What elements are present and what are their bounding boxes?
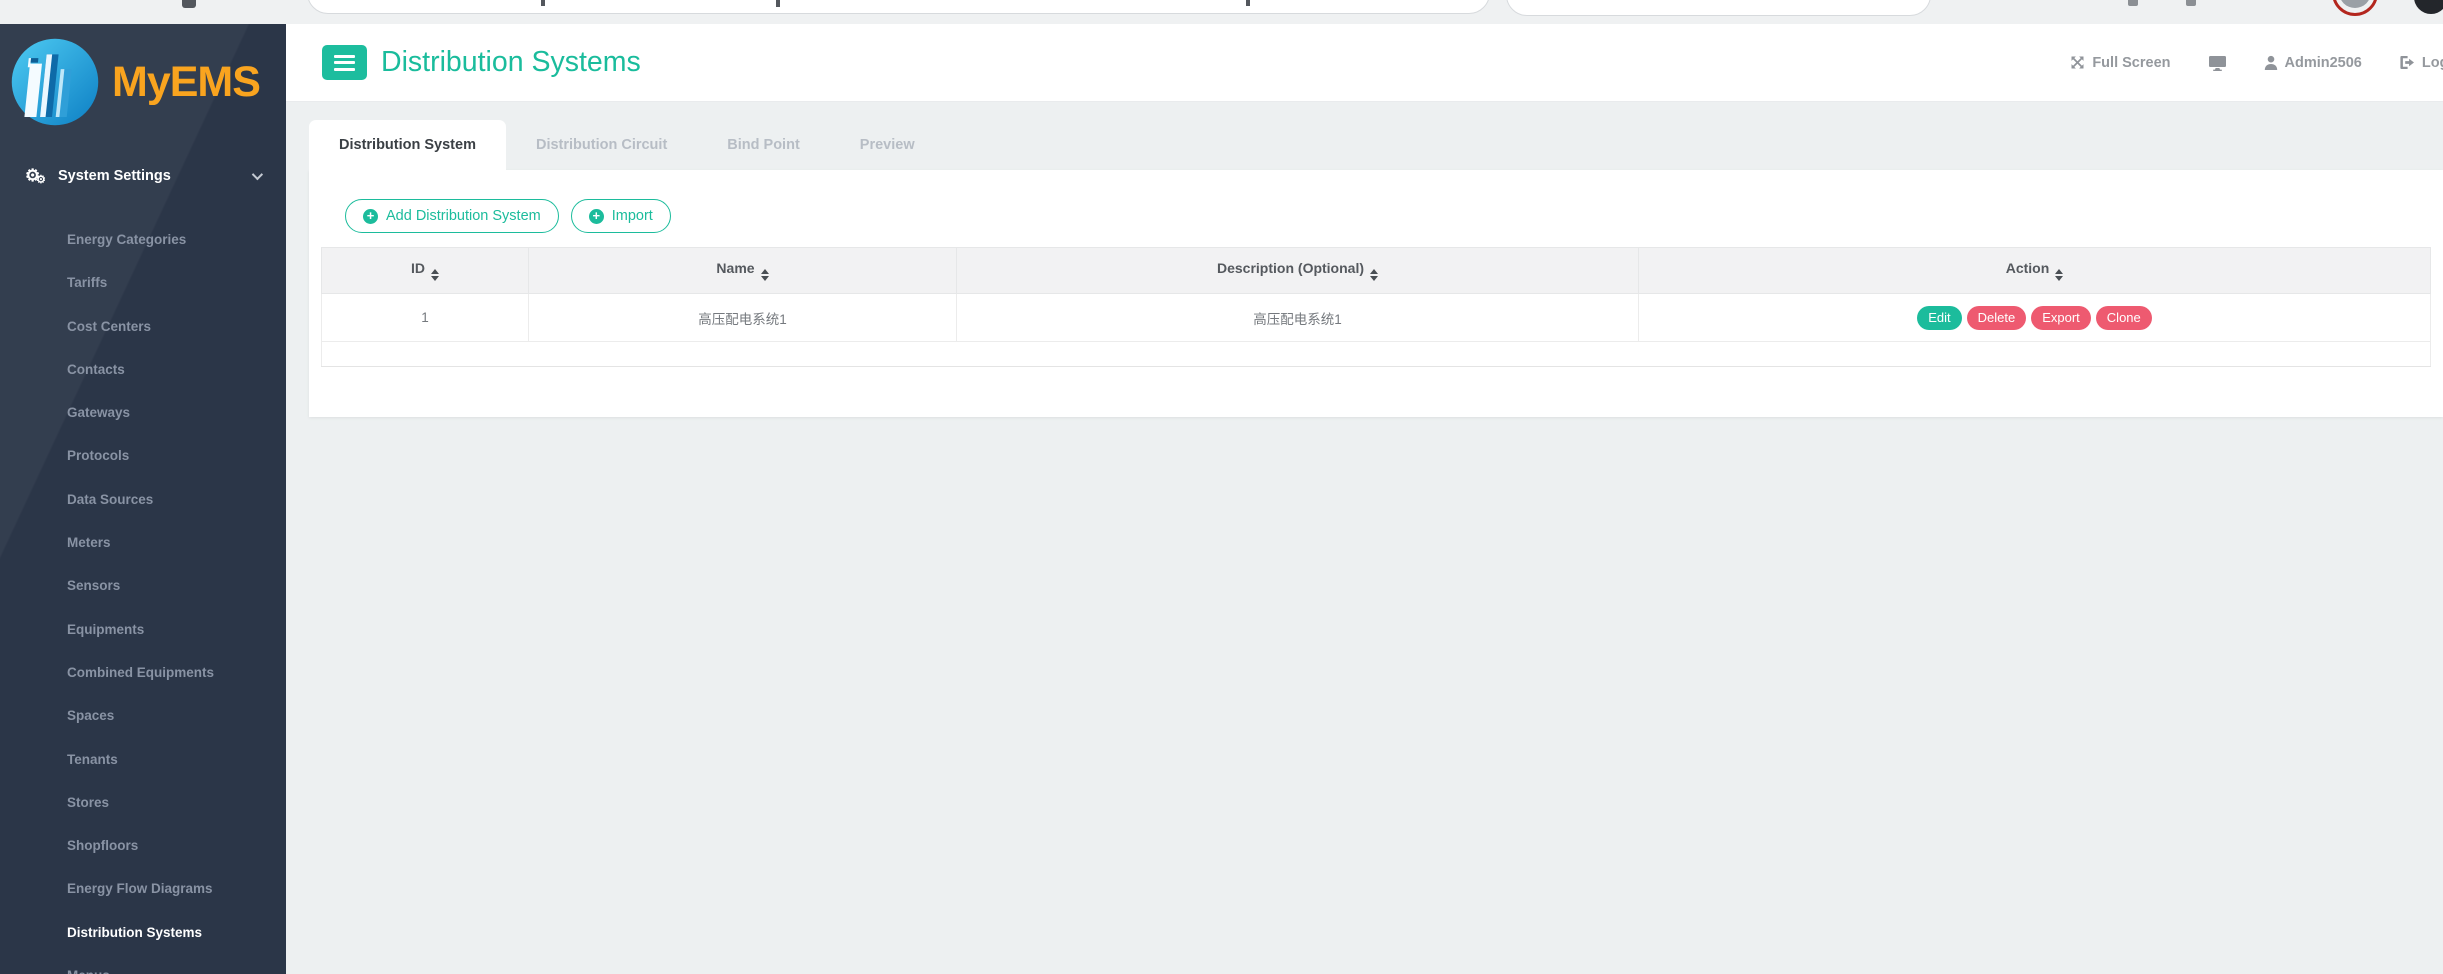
sidebar-section-label: System Settings <box>58 168 171 184</box>
username: Admin2506 <box>2285 55 2362 71</box>
sidebar-item-protocols[interactable]: Protocols <box>0 434 286 477</box>
sort-icon <box>761 269 769 281</box>
monitor-icon <box>2208 55 2227 71</box>
gears-icon: ⚙⚙ <box>25 166 51 186</box>
browser-corner-button[interactable] <box>2414 0 2443 14</box>
empty-footer-cell <box>322 342 2431 367</box>
sidebar-item-sensors[interactable]: Sensors <box>0 564 286 607</box>
sidebar-item-spaces[interactable]: Spaces <box>0 694 286 737</box>
address-text-fragment <box>541 0 545 6</box>
sidebar-menu: Energy Categories Tariffs Cost Centers C… <box>0 218 286 974</box>
column-header-id[interactable]: ID <box>322 248 529 294</box>
full-screen-label: Full Screen <box>2092 55 2170 71</box>
sidebar-item-contacts[interactable]: Contacts <box>0 348 286 391</box>
address-text-fragment <box>776 0 780 7</box>
column-header-description[interactable]: Description (Optional) <box>957 248 1639 294</box>
table-row: 1 高压配电系统1 高压配电系统1 Edit Delete Export Clo… <box>322 294 2431 342</box>
edit-button[interactable]: Edit <box>1917 306 1961 330</box>
address-text-fragment <box>1246 0 1250 6</box>
browser-address-bar[interactable] <box>307 0 1490 14</box>
sidebar-item-gateways[interactable]: Gateways <box>0 391 286 434</box>
sidebar-item-meters[interactable]: Meters <box>0 521 286 564</box>
header-actions: Full Screen Admin2506 <box>2070 55 2443 71</box>
menu-toggle-button[interactable] <box>322 45 367 80</box>
table-header-row: ID Name Description (Optional) Action <box>322 248 2431 294</box>
brand-name: MyEMS <box>112 58 260 107</box>
browser-toolbar-icon[interactable] <box>2128 0 2138 6</box>
logout-button[interactable]: Logout <box>2399 55 2443 71</box>
fullscreen-icon <box>2070 55 2085 70</box>
sidebar-item-menus[interactable]: Menus <box>0 954 286 974</box>
chevron-down-icon <box>252 169 263 180</box>
page-title: Distribution Systems <box>381 46 641 79</box>
import-button[interactable]: + Import <box>571 199 671 233</box>
logout-icon <box>2399 55 2415 70</box>
content-area: Distribution System Distribution Circuit… <box>286 102 2443 974</box>
cell-id: 1 <box>322 294 529 342</box>
sidebar-section-system-settings[interactable]: ⚙⚙ System Settings <box>0 140 286 186</box>
sort-icon <box>1370 269 1378 281</box>
user-menu[interactable]: Admin2506 <box>2264 55 2362 71</box>
logout-label: Logout <box>2422 55 2443 71</box>
table-footer-row <box>322 342 2431 367</box>
browser-extension-icon[interactable] <box>182 0 196 8</box>
row-actions: Edit Delete Export Clone <box>1917 306 2152 330</box>
add-distribution-system-button[interactable]: + Add Distribution System <box>345 199 559 233</box>
plus-circle-icon: + <box>589 209 604 224</box>
monitor-button[interactable] <box>2208 55 2227 71</box>
tab-bar: Distribution System Distribution Circuit… <box>309 120 2443 170</box>
cell-description: 高压配电系统1 <box>957 294 1639 342</box>
export-button[interactable]: Export <box>2031 306 2091 330</box>
sidebar-item-combined-equipments[interactable]: Combined Equipments <box>0 651 286 694</box>
import-button-label: Import <box>612 208 653 224</box>
browser-toolbar <box>0 0 2443 24</box>
column-header-action[interactable]: Action <box>1639 248 2431 294</box>
sort-icon <box>431 269 439 281</box>
sidebar-item-equipments[interactable]: Equipments <box>0 608 286 651</box>
sidebar: MyEMS ⚙⚙ System Settings Energy Categori… <box>0 24 286 974</box>
sidebar-item-stores[interactable]: Stores <box>0 781 286 824</box>
sidebar-item-energy-categories[interactable]: Energy Categories <box>0 218 286 261</box>
sort-icon <box>2055 269 2063 281</box>
cell-name: 高压配电系统1 <box>529 294 957 342</box>
column-header-name[interactable]: Name <box>529 248 957 294</box>
sidebar-item-tenants[interactable]: Tenants <box>0 738 286 781</box>
add-button-label: Add Distribution System <box>386 208 541 224</box>
page-header: Distribution Systems Full Screen <box>286 24 2443 102</box>
sidebar-item-energy-flow-diagrams[interactable]: Energy Flow Diagrams <box>0 867 286 910</box>
tab-preview[interactable]: Preview <box>830 120 945 170</box>
sidebar-item-distribution-systems[interactable]: Distribution Systems <box>0 911 286 954</box>
myems-logo-icon <box>9 36 101 128</box>
tab-distribution-circuit[interactable]: Distribution Circuit <box>506 120 697 170</box>
user-icon <box>2264 55 2278 70</box>
tab-panel-distribution-system: + Add Distribution System + Import ID <box>309 170 2443 417</box>
cell-action: Edit Delete Export Clone <box>1639 294 2431 342</box>
sidebar-item-cost-centers[interactable]: Cost Centers <box>0 305 286 348</box>
clone-button[interactable]: Clone <box>2096 306 2152 330</box>
plus-circle-icon: + <box>363 209 378 224</box>
brand-logo[interactable]: MyEMS <box>0 24 286 140</box>
tab-distribution-system[interactable]: Distribution System <box>309 120 506 170</box>
sidebar-item-data-sources[interactable]: Data Sources <box>0 478 286 521</box>
distribution-systems-table: ID Name Description (Optional) Action <box>321 247 2431 367</box>
browser-search-box[interactable] <box>1506 0 1931 16</box>
sidebar-item-tariffs[interactable]: Tariffs <box>0 261 286 304</box>
full-screen-button[interactable]: Full Screen <box>2070 55 2170 71</box>
browser-toolbar-icon[interactable] <box>2186 0 2196 6</box>
tab-bind-point[interactable]: Bind Point <box>697 120 830 170</box>
delete-button[interactable]: Delete <box>1967 306 2027 330</box>
toolbar: + Add Distribution System + Import <box>345 199 2431 233</box>
sidebar-item-shopfloors[interactable]: Shopfloors <box>0 824 286 867</box>
